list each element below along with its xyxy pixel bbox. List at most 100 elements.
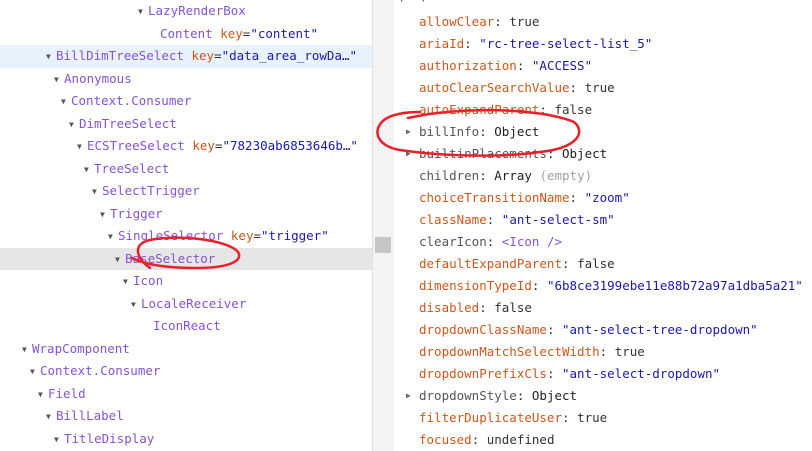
prop-row: ariaId: "rc-tree-select-list_5" [419, 36, 653, 51]
prop-name: dropdownPrefixCls [419, 366, 547, 381]
prop-value[interactable]: <Icon /> [502, 234, 562, 249]
expand-arrow-icon[interactable]: ▼ [131, 294, 141, 316]
expand-arrow-icon[interactable]: ▼ [46, 46, 56, 68]
prop-row: disabled: false [419, 300, 532, 315]
prop-row: dropdownMatchSelectWidth: true [419, 344, 645, 359]
prop-value[interactable]: "6b8ce3199ebe11e88b72a97a1dba5a21" [547, 278, 803, 293]
tree-row[interactable]: ▼ Anonymous [0, 68, 372, 91]
expand-arrow-icon[interactable]: ▼ [54, 69, 64, 91]
expand-prop-icon[interactable]: ▶ [406, 385, 411, 407]
tree-row[interactable]: IconReact [0, 315, 372, 338]
prop-value[interactable]: Object [562, 146, 607, 161]
component-name: Field [48, 385, 86, 401]
tree-row[interactable]: ▼ SelectTrigger [0, 180, 372, 203]
expand-arrow-icon[interactable]: ▼ [61, 91, 71, 113]
prop-row: autoExpandParent: false [419, 102, 593, 117]
expand-arrow-icon[interactable]: ▼ [138, 1, 148, 23]
prop-row[interactable]: ▶ billInfo: Object [394, 121, 812, 143]
prop-extra: (empty) [531, 168, 593, 183]
prop-value[interactable]: false [577, 256, 615, 271]
prop-name: allowClear [419, 14, 495, 29]
expand-arrow-icon[interactable]: ▼ [108, 226, 118, 248]
tree-row[interactable]: ▼ DimTreeSelect [0, 113, 372, 136]
prop-value[interactable]: undefined [487, 432, 555, 447]
expand-arrow-icon[interactable]: ▼ [123, 271, 133, 293]
expand-arrow-icon[interactable]: ▼ [46, 406, 56, 428]
prop-name: billInfo [419, 124, 480, 139]
component-name: Context.Consumer [71, 93, 192, 108]
expand-arrow-icon[interactable]: ▼ [77, 136, 87, 158]
prop-value[interactable]: "ant-select-sm" [502, 212, 615, 227]
expand-arrow-icon[interactable]: ▼ [115, 249, 125, 271]
tree-row[interactable]: ▼ BaseSelector [0, 247, 372, 271]
tree-row[interactable]: ▼ Icon [0, 270, 372, 293]
prop-value[interactable]: "zoom" [585, 190, 630, 205]
prop-value[interactable]: "ant-select-tree-dropdown" [562, 322, 758, 337]
tree-row[interactable]: ▼ BillDimTreeSelect key="data_area_rowDa…… [0, 45, 372, 68]
prop-name: focused [419, 432, 472, 447]
tree-row[interactable]: ▼ BillLabel [0, 405, 372, 428]
prop-value[interactable]: Object [494, 124, 539, 139]
expand-prop-icon[interactable]: ▶ [406, 143, 411, 165]
prop-row[interactable]: ▶ builtinPlacements: Object [394, 143, 812, 165]
expand-arrow-icon[interactable]: ▼ [84, 159, 94, 181]
tree-row[interactable]: ▼ Context.Consumer [0, 360, 372, 383]
prop-name: choiceTransitionName [419, 190, 570, 205]
prop-value[interactable]: "ant-select-dropdown" [562, 366, 720, 381]
prop-name: ariaId [419, 36, 465, 51]
component-name: Icon [133, 273, 164, 288]
expand-prop-icon[interactable]: ▶ [406, 121, 411, 143]
component-name: BillDimTreeSelect [56, 48, 184, 63]
panel-divider[interactable] [372, 0, 394, 451]
expand-arrow-icon[interactable]: ▼ [22, 339, 32, 361]
prop-value[interactable]: true [577, 410, 607, 425]
expand-arrow-icon[interactable]: ▼ [54, 429, 64, 451]
scrollbar-thumb[interactable] [375, 237, 391, 253]
tree-row[interactable]: ▼ SingleSelector key="trigger" [0, 225, 372, 248]
tree-row[interactable]: ▼ TitleDisplay [0, 428, 372, 451]
prop-name: dropdownMatchSelectWidth [419, 344, 600, 359]
prop-row: allowClear: true [419, 14, 540, 29]
attr-value: "data_area_rowDa…" [221, 48, 358, 63]
tree-row[interactable]: ▼ LazyRenderBox [0, 0, 372, 23]
prop-value[interactable]: "rc-tree-select-list_5" [479, 36, 652, 51]
tree-row[interactable]: ▼ TreeSelect [0, 158, 372, 181]
prop-value[interactable]: Array [494, 168, 532, 183]
prop-value[interactable]: true [585, 80, 615, 95]
tree-row[interactable]: ▼ LocaleReceiver [0, 293, 372, 316]
expand-arrow-icon[interactable]: ▼ [92, 181, 102, 203]
component-name: Context.Consumer [40, 363, 161, 378]
prop-name: children [419, 168, 480, 183]
prop-name: autoExpandParent [419, 102, 540, 117]
tree-row[interactable]: ▼ Field [0, 383, 372, 406]
attr-value: "trigger" [261, 228, 329, 243]
prop-value[interactable]: Object [532, 388, 577, 403]
props-panel: props allowClear: true ariaId: "rc-tree-s… [394, 0, 812, 451]
component-name: DimTreeSelect [79, 115, 177, 131]
expand-arrow-icon[interactable]: ▼ [38, 384, 48, 406]
tree-row[interactable]: ▼ ECSTreeSelect key="78230ab6853646b…" [0, 135, 372, 158]
tree-row[interactable]: ▼ WrapComponent [0, 338, 372, 361]
prop-value[interactable]: true [509, 14, 539, 29]
expand-arrow-icon[interactable]: ▼ [100, 204, 110, 226]
prop-value[interactable]: true [615, 344, 645, 359]
prop-row: children: Array (empty) [419, 168, 593, 183]
component-name: TreeSelect [94, 160, 170, 176]
prop-value[interactable]: "ACCESS" [532, 58, 592, 73]
prop-row: clearIcon: <Icon /> [419, 234, 563, 249]
expand-arrow-icon[interactable]: ▼ [30, 361, 40, 383]
prop-row: autoClearSearchValue: true [419, 80, 615, 95]
component-name: Content [160, 25, 213, 41]
component-name: WrapComponent [32, 340, 130, 356]
component-name: BaseSelector [125, 250, 216, 266]
tree-row[interactable]: ▼ Context.Consumer [0, 90, 372, 113]
prop-name: dropdownClassName [419, 322, 547, 337]
expand-arrow-icon[interactable]: ▼ [69, 114, 79, 136]
prop-row: authorization: "ACCESS" [419, 58, 593, 73]
prop-value[interactable]: false [494, 300, 532, 315]
tree-row[interactable]: Content key="content" [0, 23, 372, 46]
tree-row[interactable]: ▼ Trigger [0, 203, 372, 226]
prop-value[interactable]: false [554, 102, 592, 117]
prop-row[interactable]: ▶ dropdownStyle: Object [394, 385, 812, 407]
prop-row: choiceTransitionName: "zoom" [419, 190, 630, 205]
